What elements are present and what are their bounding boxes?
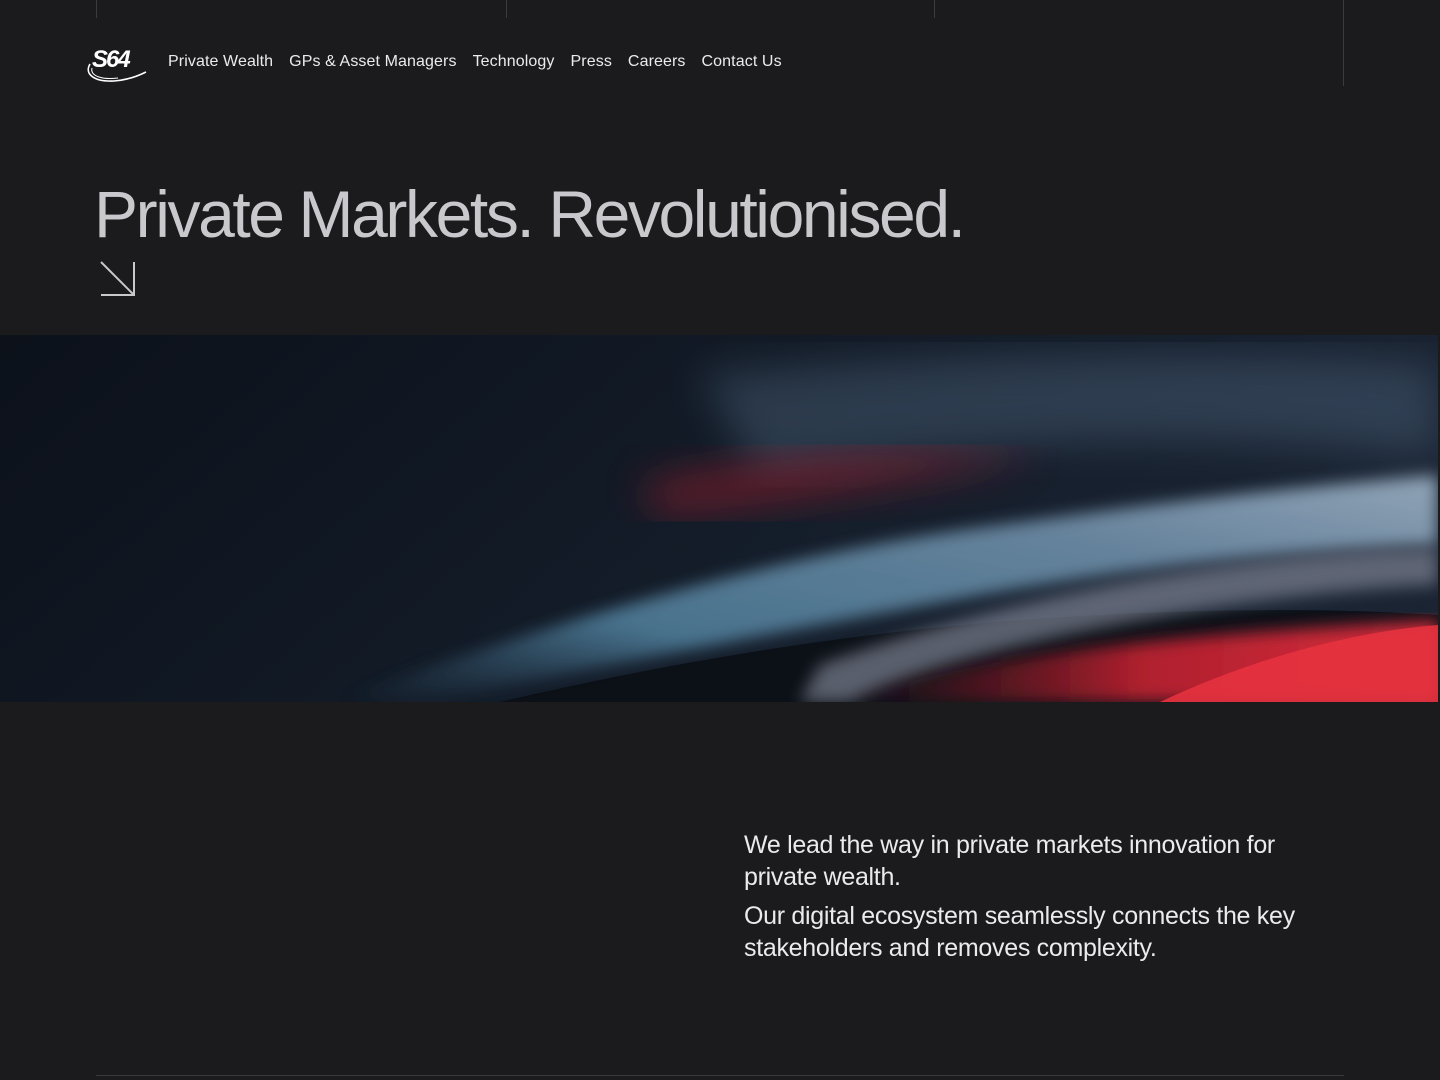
arrow-down-right-icon[interactable] (97, 258, 139, 300)
grid-line (506, 0, 507, 18)
site-header: S64 Private Wealth GPs & Asset Managers … (84, 40, 782, 84)
nav-technology[interactable]: Technology (473, 53, 555, 71)
nav-press[interactable]: Press (571, 53, 612, 71)
nav-private-wealth[interactable]: Private Wealth (168, 53, 273, 71)
logo-link[interactable]: S64 (84, 40, 148, 84)
section-divider (96, 1075, 1344, 1076)
hero-title: Private Markets. Revolutionised. (94, 177, 966, 251)
page: S64 Private Wealth GPs & Asset Managers … (0, 0, 1440, 1080)
intro-section: We lead the way in private markets innov… (744, 830, 1344, 972)
hero-banner-image (0, 335, 1438, 702)
grid-line (96, 0, 97, 18)
intro-paragraph-2: Our digital ecosystem seamlessly connect… (744, 902, 1295, 962)
logo-text: S64 (92, 46, 131, 73)
main-nav: Private Wealth GPs & Asset Managers Tech… (168, 53, 782, 71)
nav-careers[interactable]: Careers (628, 53, 686, 71)
intro-paragraph-1: We lead the way in private markets innov… (744, 831, 1275, 891)
nav-contact-us[interactable]: Contact Us (702, 53, 782, 71)
grid-line (1343, 0, 1344, 86)
nav-gps-asset-managers[interactable]: GPs & Asset Managers (289, 53, 456, 71)
grid-line (934, 0, 935, 18)
